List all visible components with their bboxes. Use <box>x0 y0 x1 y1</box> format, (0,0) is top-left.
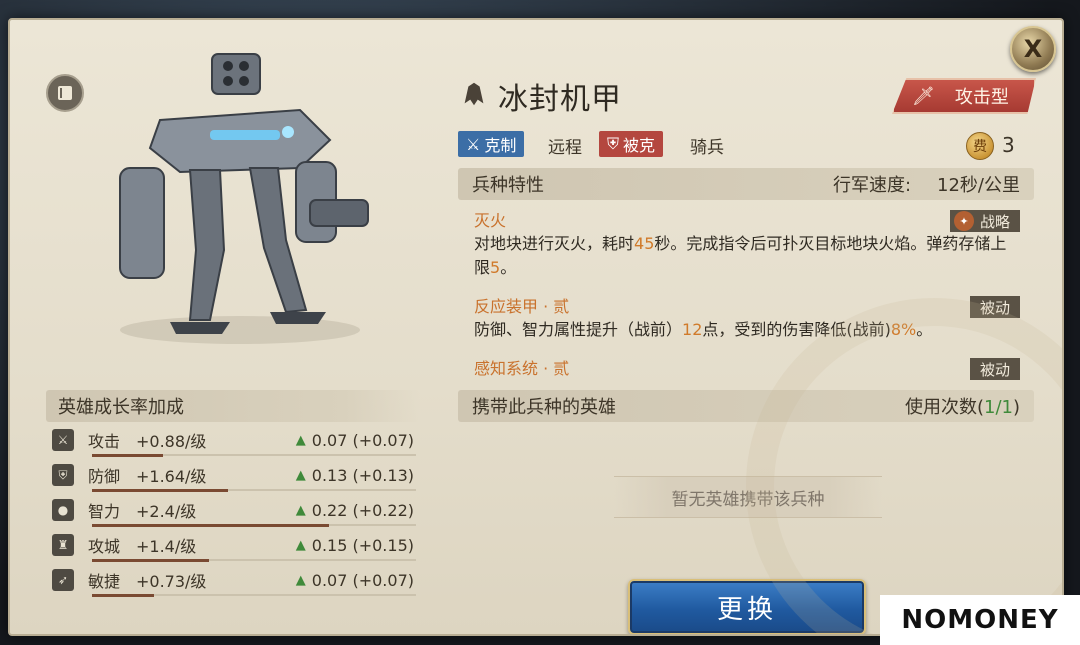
trait-item: 灭火 ✦ 战略 对地块进行灭火，耗时45秒。完成指令后可扑灭目标地块火焰。弹药存… <box>474 210 1020 280</box>
stat-per-level: +0.88/级 <box>136 432 207 451</box>
arrow-up-icon: ▲ <box>295 432 306 448</box>
stat-gain: ▲ 0.13 (+0.13) <box>295 465 414 485</box>
traits-scroll-list[interactable]: 灭火 ✦ 战略 对地块进行灭火，耗时45秒。完成指令后可扑灭目标地块火焰。弹药存… <box>458 202 1034 380</box>
trait-description: 防御、智力属性提升（战前）12点，受到的伤害降低(战前)8%。 <box>474 320 933 339</box>
close-button[interactable]: X <box>1010 26 1056 72</box>
trait-tag: ✦ 战略 <box>949 210 1020 232</box>
trait-tag: 被动 <box>969 358 1020 380</box>
unit-type-label: 攻击型 <box>954 87 1009 108</box>
cost-value: 3 <box>1002 133 1015 157</box>
stat-gain: ▲ 0.07 (+0.07) <box>295 430 414 450</box>
trait-item: 感知系统 · 贰 被动 <box>474 358 1020 380</box>
empty-heroes-message: 暂无英雄携带该兵种 <box>614 476 882 518</box>
weakness-badge: ⛨ 被克 <box>599 131 664 157</box>
trait-name: 灭火 <box>474 211 507 230</box>
shield-icon: ⛨ <box>52 464 74 486</box>
stat-row-attack: ⚔ 攻击 +0.88/级 ▲ 0.07 (+0.07) <box>52 424 420 457</box>
traits-title: 兵种特性 <box>472 175 544 196</box>
stat-gain: ▲ 0.22 (+0.22) <box>295 500 414 520</box>
trait-name: 反应装甲 · 贰 <box>474 297 570 316</box>
stat-per-level: +2.4/级 <box>136 502 197 521</box>
march-speed: 行军速度: 12秒/公里 <box>832 175 1020 196</box>
stat-name: 敏捷 <box>88 572 121 591</box>
cost-icon: 费 <box>966 132 994 160</box>
stat-bar <box>92 524 416 527</box>
growth-title: 英雄成长率加成 <box>58 397 184 418</box>
stat-per-level: +1.4/级 <box>136 537 197 556</box>
stat-row-defense: ⛨ 防御 +1.64/级 ▲ 0.13 (+0.13) <box>52 459 420 492</box>
stat-name: 攻城 <box>88 537 121 556</box>
boot-icon: ➶ <box>52 569 74 591</box>
sword-icon: ⚔ <box>52 429 74 451</box>
stat-per-level: +0.73/级 <box>136 572 207 591</box>
heroes-title: 携带此兵种的英雄 <box>472 397 616 418</box>
book-icon <box>58 86 72 100</box>
stat-bar <box>92 594 416 597</box>
heroes-section-header: 携带此兵种的英雄 使用次数(1/1) <box>458 390 1034 422</box>
shield-icon: ⛨ <box>607 134 620 153</box>
mech-unit-icon <box>458 78 490 110</box>
stat-name: 防御 <box>88 467 121 486</box>
stat-bar <box>92 559 416 562</box>
arrow-up-icon: ▲ <box>295 502 306 518</box>
castle-icon: ♜ <box>52 534 74 556</box>
traits-section-header: 兵种特性 行军速度: 12秒/公里 <box>458 168 1034 200</box>
trait-item: 反应装甲 · 贰 被动 防御、智力属性提升（战前）12点，受到的伤害降低(战前)… <box>474 296 1020 342</box>
stat-row-siege: ♜ 攻城 +1.4/级 ▲ 0.15 (+0.15) <box>52 529 420 562</box>
stat-row-intelligence: ● 智力 +2.4/级 ▲ 0.22 (+0.22) <box>52 494 420 527</box>
growth-section-header: 英雄成长率加成 <box>46 390 420 422</box>
stat-bar <box>92 454 416 457</box>
trait-tag: 被动 <box>969 296 1020 318</box>
trait-name: 感知系统 · 贰 <box>474 359 570 378</box>
stat-name: 智力 <box>88 502 121 521</box>
stat-bar <box>92 489 416 492</box>
watermark-logo: NOMONEY <box>880 595 1080 645</box>
stat-gain: ▲ 0.15 (+0.15) <box>295 535 414 555</box>
codex-button[interactable] <box>46 74 84 112</box>
counter-badge: ⚔ 克制 <box>458 131 525 157</box>
unit-type-tag: 🗡 攻击型 <box>892 78 1036 114</box>
arrow-up-icon: ▲ <box>295 537 306 553</box>
head-icon: ● <box>52 499 74 521</box>
counter-target: 远程 <box>548 138 582 158</box>
stat-name: 攻击 <box>88 432 121 451</box>
crossed-swords-icon: ⚔ <box>466 134 481 154</box>
usage-count: 使用次数(1/1) <box>904 397 1020 418</box>
arrow-up-icon: ▲ <box>295 467 306 483</box>
sword-icon: 🗡 <box>912 85 935 107</box>
unit-name: 冰封机甲 <box>498 82 622 117</box>
trait-description: 对地块进行灭火，耗时45秒。完成指令后可扑灭目标地块火焰。弹药存储上限5。 <box>474 234 1007 277</box>
unit-portrait <box>119 53 369 344</box>
stat-row-agility: ➶ 敏捷 +0.73/级 ▲ 0.07 (+0.07) <box>52 564 420 597</box>
weakness-target: 骑兵 <box>690 138 724 158</box>
unit-detail-panel: 英雄成长率加成 ⚔ 攻击 +0.88/级 ▲ 0.07 (+0.07) ⛨ 防御 … <box>8 18 1064 636</box>
replace-button[interactable]: 更换 <box>628 579 866 634</box>
stat-per-level: +1.64/级 <box>136 467 207 486</box>
stat-gain: ▲ 0.07 (+0.07) <box>295 570 414 590</box>
strategy-icon: ✦ <box>953 211 974 231</box>
arrow-up-icon: ▲ <box>295 572 306 588</box>
